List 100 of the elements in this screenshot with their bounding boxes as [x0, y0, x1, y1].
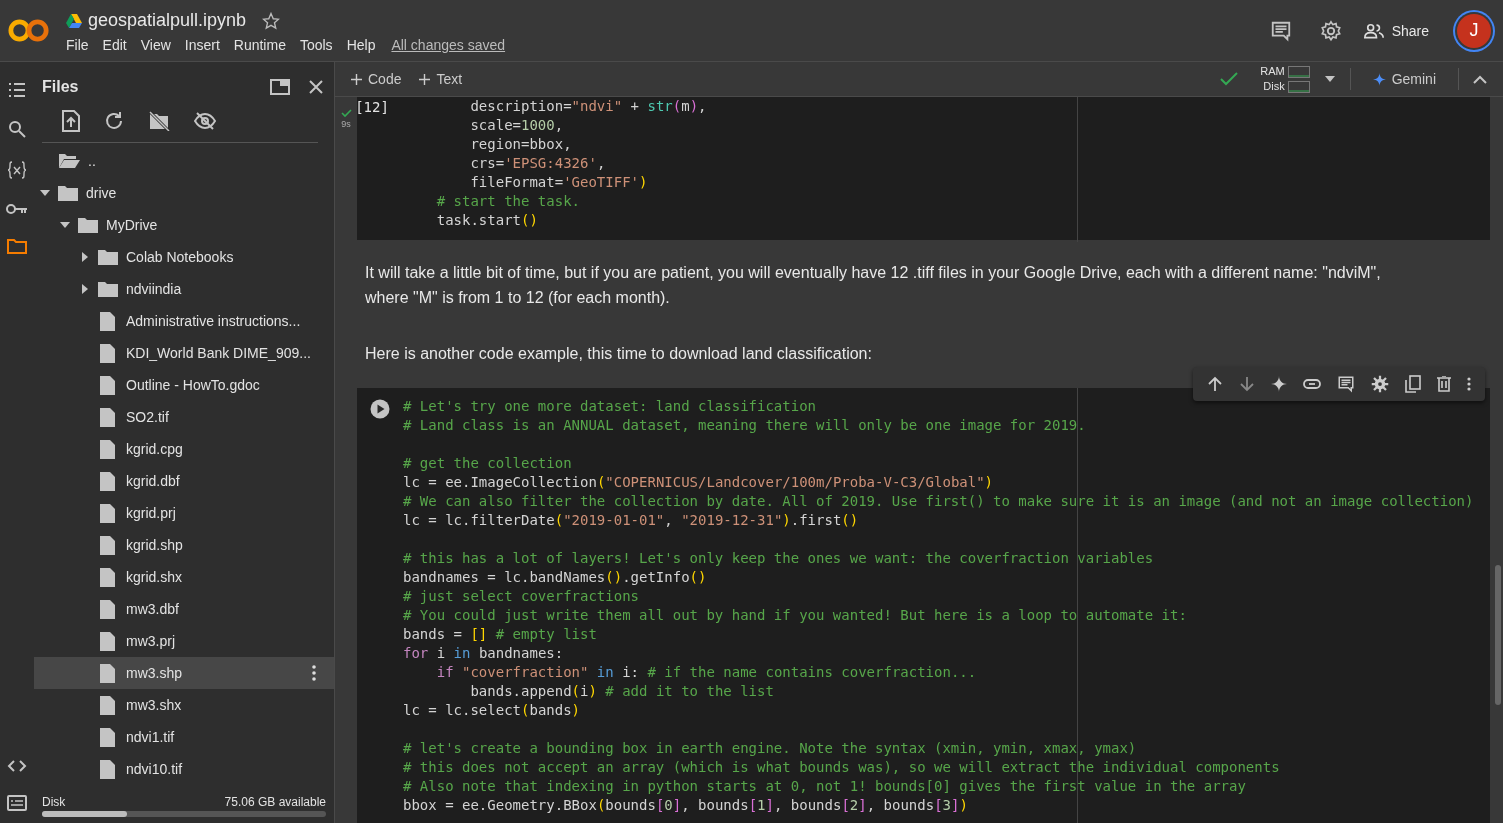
move-up-icon[interactable] [1207, 376, 1223, 392]
code-icon[interactable] [7, 759, 27, 773]
more-options-icon[interactable] [312, 665, 316, 681]
file-tree-item[interactable]: mw3.dbf [34, 593, 334, 625]
file-icon [100, 407, 115, 427]
file-icon [100, 343, 115, 363]
gemini-button[interactable]: Gemini [1364, 71, 1444, 87]
move-down-icon[interactable] [1239, 376, 1255, 392]
resource-monitor[interactable]: RAM Disk [1260, 64, 1310, 94]
share-button[interactable]: Share [1363, 22, 1429, 39]
file-icon [100, 663, 115, 683]
code-line: # We can also filter the collection by date. All of 2019. Use first() to make sure it is an image (and not an image collection) [403, 492, 1475, 511]
close-icon[interactable] [308, 79, 324, 95]
code-line: lc = lc.filterDate("2019-01-01", "2019-12-31").first() [403, 511, 860, 530]
code-line: # let's create a bounding box in earth engine. Note the syntax (xmin, ymin, xmax, ymax) [403, 739, 1138, 758]
file-tree-item[interactable]: SO2.tif [34, 401, 334, 433]
comment-icon[interactable] [1269, 19, 1292, 42]
caret-icon[interactable] [60, 220, 70, 230]
file-tree-item[interactable]: mw3.shp [34, 657, 334, 689]
menu-item[interactable]: View [140, 37, 178, 53]
code-line: bands = [] # empty list [403, 625, 598, 644]
add-cell-button[interactable]: Code [349, 71, 404, 87]
file-tree-item[interactable]: mw3.shx [34, 689, 334, 721]
file-tree-item[interactable]: kgrid.prj [34, 497, 334, 529]
star-icon[interactable] [262, 11, 281, 30]
file-tree-item[interactable]: Colab Notebooks [34, 241, 334, 273]
menu-item[interactable]: Edit [102, 37, 134, 53]
mirror-cell-icon[interactable] [1405, 375, 1421, 393]
file-tree-item[interactable]: KDI_World Bank DIME_909... [34, 337, 334, 369]
refresh-icon[interactable] [104, 111, 124, 131]
file-tree-item[interactable]: .. [34, 145, 334, 177]
code-line: region=bbox, [469, 135, 573, 154]
file-tree-item[interactable]: Administrative instructions... [34, 305, 334, 337]
ram-label: RAM [1260, 64, 1285, 79]
code-line: # start the task. [435, 192, 581, 211]
code-line: crs='EPSG:4326', [469, 154, 607, 173]
file-icon [100, 695, 115, 715]
table-of-contents-icon[interactable] [8, 82, 26, 98]
disk-meter-label: Disk [1263, 79, 1285, 94]
code-line: # just select coverfractions [403, 587, 640, 606]
collapse-icon[interactable] [1473, 74, 1487, 84]
disk-available: 75.06 GB available [224, 795, 326, 809]
menu-item[interactable]: Tools [299, 37, 340, 53]
file-icon [100, 727, 115, 747]
settings-icon[interactable] [1319, 19, 1342, 42]
search-icon[interactable] [8, 120, 26, 138]
folder-icon [98, 281, 118, 297]
key-icon[interactable] [6, 202, 28, 216]
menu-item[interactable]: Insert [184, 37, 227, 53]
caret-icon[interactable] [80, 284, 90, 294]
folder-icon [98, 249, 118, 265]
file-tree-item[interactable]: kgrid.shp [34, 529, 334, 561]
drive-off-icon[interactable] [148, 111, 170, 131]
file-tree-item[interactable]: drive [34, 177, 334, 209]
file-icon [100, 599, 115, 619]
file-tree-item[interactable]: MyDrive [34, 209, 334, 241]
comment-icon[interactable] [1337, 375, 1355, 393]
code-line: description="ndvi" + str(m), [469, 97, 708, 116]
sparkle-icon[interactable] [1271, 376, 1287, 392]
file-tree-item[interactable]: kgrid.dbf [34, 465, 334, 497]
file-tree-item[interactable]: kgrid.shx [34, 561, 334, 593]
delete-icon[interactable] [1437, 376, 1451, 392]
link-icon[interactable] [1303, 379, 1321, 389]
menu-item[interactable]: File [66, 37, 96, 53]
dropdown-icon[interactable] [1323, 75, 1336, 83]
execution-count: [12] [355, 99, 389, 115]
terminal-icon[interactable] [7, 795, 27, 811]
menu-item[interactable]: Runtime [233, 37, 293, 53]
settings-icon[interactable] [1371, 375, 1389, 393]
caret-icon[interactable] [80, 252, 90, 262]
code-line: if "coverfraction" in i: # if the name contains coverfraction... [435, 663, 978, 682]
file-tree-item[interactable]: ndviindia [34, 273, 334, 305]
code-line: bands.append(i) # add it to the list [469, 682, 775, 701]
code-line: # You could just write them all out by hand if you wanted! But here is a loop to automate it: [403, 606, 1188, 625]
code-line: fileFormat='GeoTIFF') [469, 173, 649, 192]
file-tree-item[interactable]: ndvi1.tif [34, 721, 334, 753]
notebook-title[interactable]: geospatialpull.ipynb [88, 10, 247, 31]
colab-logo[interactable] [8, 17, 50, 44]
folder-icon[interactable] [7, 238, 27, 254]
hidden-icon[interactable] [194, 112, 216, 130]
people-icon [1363, 22, 1384, 39]
menu-item[interactable]: Help [346, 37, 383, 53]
check-icon [1220, 72, 1239, 86]
file-tree-item[interactable]: ndvi10.tif [34, 753, 334, 785]
run-button-icon[interactable] [370, 399, 390, 419]
code-line: for i in bandnames: [403, 644, 565, 663]
plus-icon [351, 73, 362, 85]
file-icon [100, 375, 115, 395]
file-tree-item[interactable]: kgrid.cpg [34, 433, 334, 465]
code-line: # Land class is an ANNUAL dataset, meaning there will only be one image for 2019. [403, 416, 1087, 435]
file-tree-item[interactable]: mw3.prj [34, 625, 334, 657]
variables-icon[interactable] [6, 160, 28, 180]
add-cell-button[interactable]: Text [417, 71, 465, 87]
file-tree-item[interactable]: Outline - HowTo.gdoc [34, 369, 334, 401]
upload-file-icon[interactable] [62, 110, 80, 132]
more-options-icon[interactable] [1467, 377, 1471, 391]
caret-icon[interactable] [40, 188, 50, 198]
save-status-link[interactable]: All changes saved [391, 37, 506, 53]
disk-label: Disk [42, 795, 66, 809]
open-in-tab-icon[interactable] [270, 79, 290, 95]
